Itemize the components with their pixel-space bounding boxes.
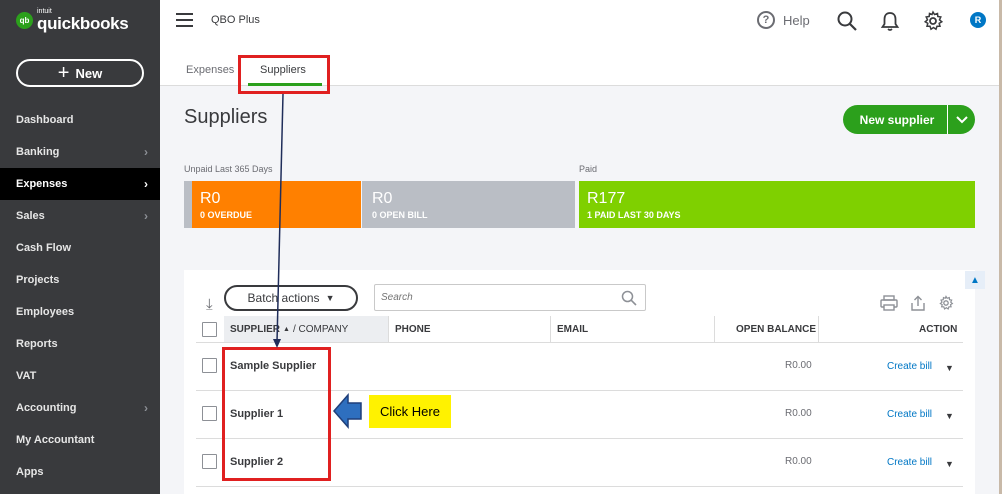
sidebar-item-dashboard[interactable]: Dashboard bbox=[0, 104, 160, 136]
create-bill-link[interactable]: Create bill bbox=[887, 361, 932, 372]
new-button[interactable]: + New bbox=[16, 59, 144, 87]
open-balance: R0.00 bbox=[785, 456, 812, 467]
sidebar-item-label: Apps bbox=[16, 466, 44, 478]
money-bar-edge bbox=[184, 181, 192, 228]
sidebar-item-apps[interactable]: Apps bbox=[0, 456, 160, 488]
caret-down-icon[interactable]: ▼ bbox=[945, 459, 954, 469]
search-input[interactable] bbox=[375, 285, 605, 310]
chevron-down-icon[interactable] bbox=[947, 105, 975, 134]
select-all-checkbox[interactable] bbox=[202, 322, 217, 337]
sidebar-item-cash-flow[interactable]: Cash Flow bbox=[0, 232, 160, 264]
column-header-email[interactable]: EMAIL bbox=[557, 316, 588, 342]
sidebar-item-label: Reports bbox=[16, 338, 58, 350]
new-supplier-button[interactable]: New supplier bbox=[843, 105, 975, 134]
search-box bbox=[374, 284, 646, 311]
column-header-open-balance[interactable]: OPEN BALANCE bbox=[736, 316, 816, 342]
logo-quickbooks-text: quickbooks bbox=[37, 14, 129, 33]
hamburger-menu-icon[interactable] bbox=[176, 13, 193, 31]
paid-count: 1 PAID LAST 30 DAYS bbox=[587, 210, 681, 220]
export-icon[interactable] bbox=[910, 295, 926, 311]
sidebar-item-vat[interactable]: VAT bbox=[0, 360, 160, 392]
sidebar-item-label: Cash Flow bbox=[16, 242, 72, 254]
create-bill-link[interactable]: Create bill bbox=[887, 457, 932, 468]
column-header-phone[interactable]: PHONE bbox=[395, 316, 431, 342]
column-divider bbox=[818, 316, 819, 342]
tab-expenses[interactable]: Expenses bbox=[186, 64, 234, 76]
sidebar-item-label: Dashboard bbox=[16, 114, 74, 126]
plus-icon: + bbox=[57, 62, 70, 84]
sidebar-item-banking[interactable]: Banking › bbox=[0, 136, 160, 168]
sidebar-nav: Dashboard Banking › Expenses › Sales › Cash… bbox=[0, 104, 160, 488]
help-button[interactable]: ? Help bbox=[757, 11, 810, 29]
sort-icon[interactable]: ⤓ bbox=[206, 296, 213, 313]
top-bar: QBO Plus ? Help R bbox=[160, 0, 1002, 42]
caret-down-icon[interactable]: ▼ bbox=[945, 411, 954, 421]
company-name: QBO Plus bbox=[211, 14, 260, 26]
sidebar-item-label: My Accountant bbox=[16, 434, 95, 446]
sidebar-item-label: Accounting bbox=[16, 402, 77, 414]
sidebar-item-expenses[interactable]: Expenses › bbox=[0, 168, 160, 200]
chevron-right-icon: › bbox=[144, 145, 148, 159]
print-icon[interactable] bbox=[880, 295, 898, 311]
chevron-right-icon: › bbox=[144, 177, 148, 191]
sidebar-item-label: Sales bbox=[16, 210, 45, 222]
click-here-callout: Click Here bbox=[369, 395, 451, 428]
new-supplier-label: New supplier bbox=[859, 112, 935, 127]
open-bill-segment[interactable]: R0 0 OPEN BILL bbox=[362, 181, 575, 228]
new-button-label: New bbox=[75, 65, 103, 81]
column-divider bbox=[550, 316, 551, 342]
column-divider bbox=[388, 316, 389, 342]
batch-actions-button[interactable]: Batch actions ▼ bbox=[224, 285, 358, 311]
help-label: Help bbox=[783, 12, 810, 28]
chevron-right-icon: › bbox=[144, 401, 148, 415]
sidebar-item-label: VAT bbox=[16, 370, 37, 382]
help-icon: ? bbox=[757, 11, 775, 29]
open-balance: R0.00 bbox=[785, 408, 812, 419]
row-checkbox[interactable] bbox=[202, 406, 217, 421]
header-divider bbox=[196, 342, 963, 343]
sidebar-item-label: Projects bbox=[16, 274, 60, 286]
supplier-names-highlight bbox=[222, 347, 331, 481]
paid-label: Paid bbox=[579, 164, 598, 174]
sidebar-item-label: Expenses bbox=[16, 178, 68, 190]
sidebar-item-label: Banking bbox=[16, 146, 60, 158]
bell-icon[interactable] bbox=[879, 10, 901, 32]
search-icon[interactable] bbox=[621, 290, 637, 306]
scroll-up-button[interactable]: ▲ bbox=[965, 271, 985, 289]
table-settings-gear-icon[interactable] bbox=[938, 295, 954, 311]
sidebar-item-employees[interactable]: Employees bbox=[0, 296, 160, 328]
search-icon[interactable] bbox=[836, 10, 858, 32]
row-checkbox[interactable] bbox=[202, 454, 217, 469]
sidebar-item-reports[interactable]: Reports bbox=[0, 328, 160, 360]
caret-down-icon: ▼ bbox=[325, 293, 335, 303]
open-balance: R0.00 bbox=[785, 360, 812, 371]
create-bill-link[interactable]: Create bill bbox=[887, 409, 932, 420]
sidebar-item-sales[interactable]: Sales › bbox=[0, 200, 160, 232]
qb-logo-icon: qb bbox=[16, 11, 33, 29]
suppliers-tab-highlight bbox=[238, 55, 330, 94]
row-divider bbox=[196, 486, 963, 487]
sidebar-item-accounting[interactable]: Accounting › bbox=[0, 392, 160, 424]
pointer-arrow-icon bbox=[333, 393, 362, 429]
sidebar-item-label: Employees bbox=[16, 306, 75, 318]
sidebar-item-projects[interactable]: Projects bbox=[0, 264, 160, 296]
company-header-label: / COMPANY bbox=[292, 323, 349, 335]
row-checkbox[interactable] bbox=[202, 358, 217, 373]
sidebar: qb intuit quickbooks + New Dashboard Ban… bbox=[0, 0, 160, 494]
connector-arrow bbox=[273, 94, 284, 348]
open-bill-count: 0 OPEN BILL bbox=[372, 210, 428, 220]
column-header-action: ACTION bbox=[919, 323, 958, 335]
page-title: Suppliers bbox=[184, 106, 268, 128]
sidebar-item-my-accountant[interactable]: My Accountant bbox=[0, 424, 160, 456]
open-bill-amount: R0 bbox=[372, 190, 393, 207]
paid-amount: R177 bbox=[587, 190, 626, 207]
quickbooks-logo[interactable]: qb intuit quickbooks bbox=[16, 8, 129, 33]
paid-segment[interactable]: R177 1 PAID LAST 30 DAYS bbox=[579, 181, 975, 228]
caret-down-icon[interactable]: ▼ bbox=[945, 363, 954, 373]
chevron-right-icon: › bbox=[144, 209, 148, 223]
gear-icon[interactable] bbox=[922, 10, 944, 32]
column-divider bbox=[714, 316, 715, 342]
unpaid-label: Unpaid Last 365 Days bbox=[184, 164, 273, 174]
user-avatar[interactable]: R bbox=[970, 12, 986, 28]
